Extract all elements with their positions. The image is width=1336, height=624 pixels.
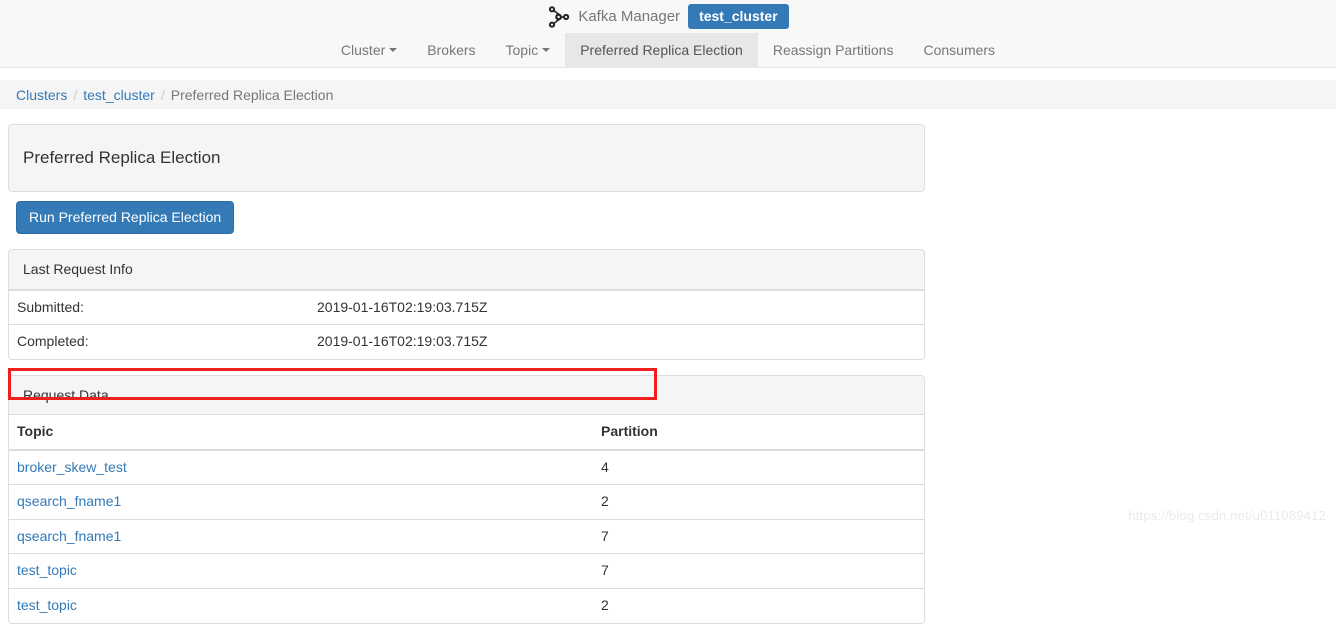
request-data-table: Topic Partition broker_skew_test 4 qsear… <box>9 414 924 623</box>
completed-value: 2019-01-16T02:19:03.715Z <box>309 324 924 359</box>
column-header-partition: Partition <box>593 414 924 451</box>
table-row: qsearch_fname1 7 <box>9 518 924 554</box>
kafka-logo-icon <box>547 5 571 29</box>
topic-cell: test_topic <box>9 587 593 623</box>
breadcrumb-item-current: Preferred Replica Election <box>170 86 334 103</box>
request-data-body: Topic Partition broker_skew_test 4 qsear… <box>9 414 924 623</box>
topic-cell: test_topic <box>9 553 593 589</box>
submitted-label: Submitted: <box>9 289 309 325</box>
topic-link[interactable]: qsearch_fname1 <box>17 493 121 509</box>
nav-item-brokers[interactable]: Brokers <box>412 33 490 67</box>
partition-cell: 2 <box>593 587 924 623</box>
request-data-heading: Request Data <box>9 375 924 415</box>
topic-link[interactable]: broker_skew_test <box>17 459 127 475</box>
last-request-info-body: Submitted: 2019-01-16T02:19:03.715Z Comp… <box>9 289 924 359</box>
page-title-panel: Preferred Replica Election <box>8 124 925 192</box>
partition-cell: 7 <box>593 553 924 589</box>
partition-cell: 4 <box>593 449 924 485</box>
table-row: test_topic 2 <box>9 587 924 623</box>
completed-label: Completed: <box>9 324 309 359</box>
nav-label-reassign-partitions: Reassign Partitions <box>772 42 894 58</box>
nav-label-cluster: Cluster <box>340 42 386 58</box>
partition-cell: 7 <box>593 518 924 554</box>
topic-cell: broker_skew_test <box>9 449 593 485</box>
brand-name-label: Kafka Manager <box>578 8 681 25</box>
table-row: broker_skew_test 4 <box>9 449 924 485</box>
last-request-info-title: Last Request Info <box>23 261 133 278</box>
table-row: Submitted: 2019-01-16T02:19:03.715Z <box>9 289 924 325</box>
breadcrumb-separator: / <box>160 86 165 103</box>
topic-link[interactable]: test_topic <box>17 562 77 578</box>
breadcrumb-item-test-cluster[interactable]: test_cluster <box>83 87 155 103</box>
nav-label-brokers: Brokers <box>427 42 476 58</box>
main-content: Preferred Replica Election Run Preferred… <box>0 124 1336 624</box>
breadcrumb-item-clusters[interactable]: Clusters <box>16 87 67 103</box>
last-request-info-table: Submitted: 2019-01-16T02:19:03.715Z Comp… <box>9 289 924 359</box>
nav-item-cluster[interactable]: Cluster <box>326 33 412 67</box>
request-data-panel: Request Data Topic Partition broker_skew… <box>8 374 925 624</box>
last-request-info-panel: Last Request Info Submitted: 2019-01-16T… <box>8 249 925 360</box>
top-navbar: Kafka Manager test_cluster Cluster Broke… <box>0 0 1336 68</box>
last-request-info-heading: Last Request Info <box>9 250 924 290</box>
breadcrumb: Clusters / test_cluster / Preferred Repl… <box>0 80 1336 109</box>
table-row: test_topic 7 <box>9 553 924 589</box>
chevron-down-icon <box>389 48 398 52</box>
nav-label-preferred-replica-election: Preferred Replica Election <box>580 42 743 58</box>
breadcrumb-separator: / <box>73 86 78 103</box>
table-header-row: Topic Partition <box>9 414 924 451</box>
table-row: Completed: 2019-01-16T02:19:03.715Z <box>9 324 924 359</box>
column-header-topic: Topic <box>9 414 593 451</box>
nav-label-consumers: Consumers <box>923 42 996 58</box>
main-nav: Cluster Brokers Topic Preferred Replica … <box>0 33 1336 67</box>
topic-link[interactable]: test_topic <box>17 597 77 613</box>
partition-cell: 2 <box>593 484 924 520</box>
page-title-heading: Preferred Replica Election <box>9 125 924 191</box>
request-data-title: Request Data <box>23 386 109 403</box>
chevron-down-icon <box>542 48 551 52</box>
nav-item-reassign-partitions[interactable]: Reassign Partitions <box>758 33 909 67</box>
table-row: qsearch_fname1 2 <box>9 484 924 520</box>
brand-home-link[interactable]: Kafka Manager <box>547 5 680 29</box>
nav-item-preferred-replica-election[interactable]: Preferred Replica Election <box>565 33 758 67</box>
brand-row: Kafka Manager test_cluster <box>0 0 1336 33</box>
topic-cell: qsearch_fname1 <box>9 484 593 520</box>
topic-cell: qsearch_fname1 <box>9 518 593 554</box>
watermark-text: https://blog.csdn.net/u011089412 <box>1128 508 1326 523</box>
nav-item-topic[interactable]: Topic <box>491 33 566 67</box>
cluster-badge[interactable]: test_cluster <box>688 4 789 29</box>
nav-label-topic: Topic <box>505 42 539 58</box>
topic-link[interactable]: qsearch_fname1 <box>17 528 121 544</box>
submitted-value: 2019-01-16T02:19:03.715Z <box>309 289 924 325</box>
nav-item-consumers[interactable]: Consumers <box>908 33 1010 67</box>
run-preferred-replica-election-button[interactable]: Run Preferred Replica Election <box>16 200 235 235</box>
page-title: Preferred Replica Election <box>23 148 221 167</box>
